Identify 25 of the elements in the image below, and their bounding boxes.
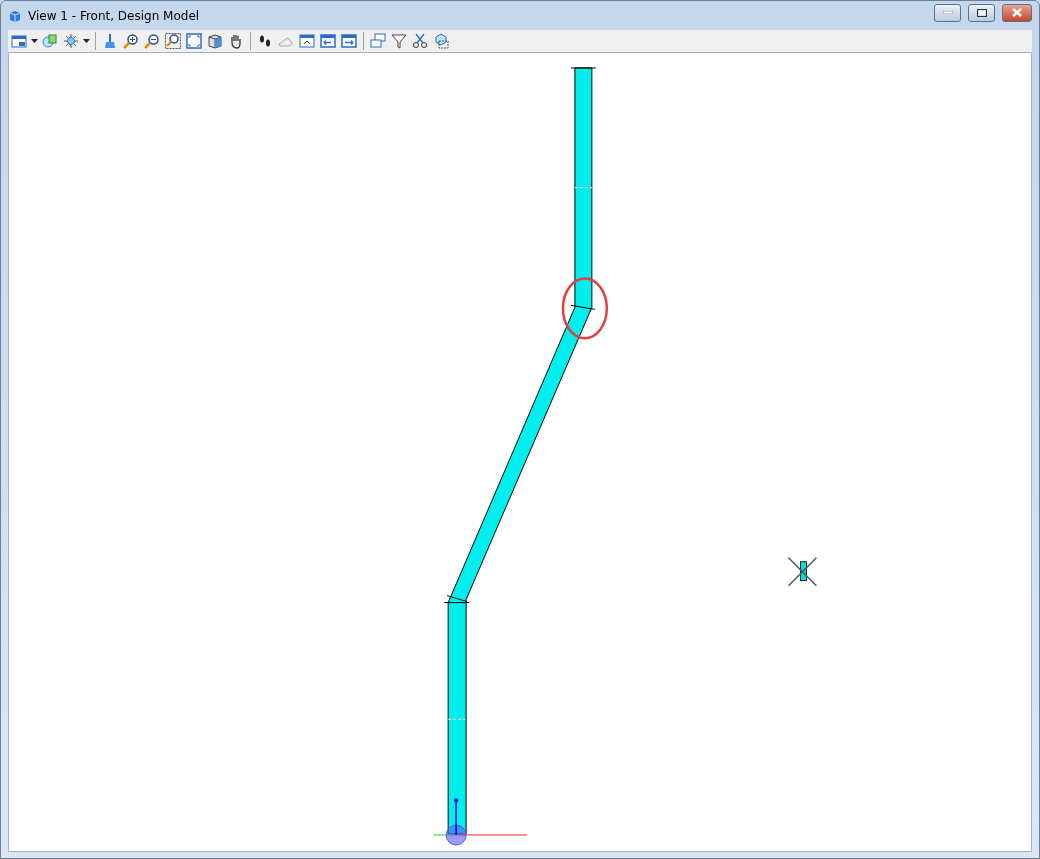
cube-icon (8, 8, 22, 23)
copy-windows-icon[interactable] (369, 32, 387, 50)
window-icon[interactable] (10, 32, 28, 50)
highlight-ellipse (561, 277, 609, 340)
scissors-icon[interactable] (411, 32, 429, 50)
minimize-button[interactable] (934, 3, 961, 22)
minimize-icon (942, 11, 953, 14)
clip-mask-icon[interactable] (432, 32, 450, 50)
view-window-icon[interactable] (298, 32, 316, 50)
close-icon (1012, 8, 1022, 17)
cube-icon[interactable] (206, 32, 224, 50)
arrow-left-icon[interactable] (319, 32, 337, 50)
zoom-out-icon[interactable] (143, 32, 161, 50)
maximize-button[interactable] (968, 3, 995, 22)
caret-icon[interactable] (31, 39, 38, 43)
arrow-right-icon[interactable] (340, 32, 358, 50)
sun-icon[interactable] (62, 32, 80, 50)
caret-icon[interactable] (83, 39, 90, 43)
zoom-area-icon[interactable] (164, 32, 182, 50)
maximize-icon (976, 8, 987, 17)
window-title: View 1 - Front, Design Model (28, 8, 200, 23)
funnel-icon[interactable] (390, 32, 408, 50)
cross-marker-drawing (787, 557, 818, 587)
zoom-in-icon[interactable] (122, 32, 140, 50)
close-button[interactable] (1002, 3, 1032, 22)
